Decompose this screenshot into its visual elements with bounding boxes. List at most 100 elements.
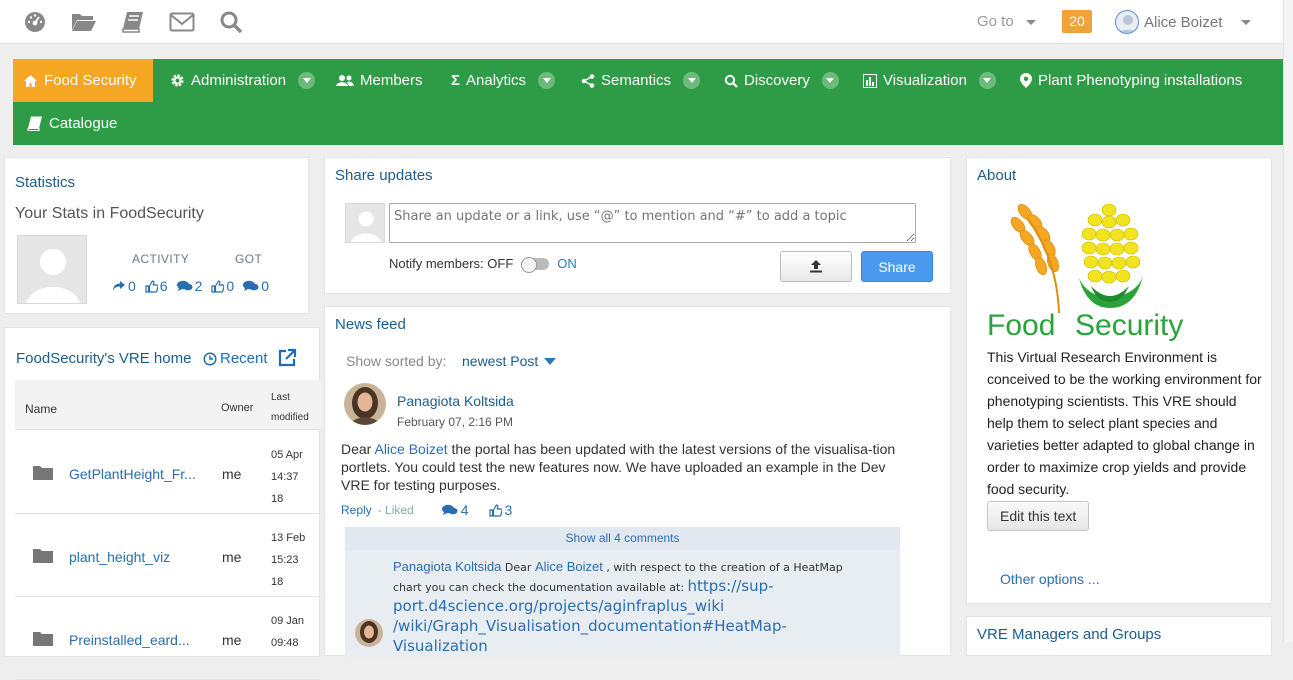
- file-name[interactable]: Preinstalled_eard...: [69, 632, 190, 648]
- page-scrollbar[interactable]: [1283, 0, 1293, 642]
- sort-label: Show sorted by:: [346, 353, 447, 369]
- comments-count-link[interactable]: 4: [441, 502, 469, 518]
- upload-icon: [810, 260, 822, 273]
- share-update-input[interactable]: [389, 203, 916, 243]
- got-comments-stat[interactable]: 0: [243, 278, 269, 294]
- comments-stat[interactable]: 2: [176, 278, 203, 294]
- thumbs-up-icon: [211, 279, 225, 293]
- nav-item-visualization[interactable]: Visualization: [853, 59, 1006, 102]
- comment-author[interactable]: Panagiota Koltsida: [393, 559, 501, 574]
- vre-home-title[interactable]: FoodSecurity's VRE home: [16, 350, 191, 367]
- table-row[interactable]: GetPlantHeight_Fr... me 05 Apr 14:37 18: [15, 431, 321, 514]
- sort-dropdown[interactable]: newest Post: [462, 353, 557, 369]
- thumbs-up-icon: [488, 503, 502, 517]
- nav-item-discovery[interactable]: Discovery: [714, 59, 849, 102]
- avatar: [17, 235, 87, 304]
- goto-menu[interactable]: Go to: [977, 13, 1037, 30]
- about-card: About Food Security This Virtual Researc…: [966, 157, 1272, 604]
- comments-count: 2: [194, 278, 203, 294]
- food-security-logo: Food Security: [987, 198, 1197, 346]
- liked-status[interactable]: - Liked: [378, 503, 414, 517]
- avatar: [345, 203, 385, 243]
- nav-item-administration[interactable]: Administration: [160, 59, 325, 102]
- notify-toggle[interactable]: [521, 256, 550, 273]
- nav-label: Plant Phenotyping installations: [1038, 72, 1243, 89]
- likes-stat[interactable]: 6: [145, 278, 168, 294]
- upload-button[interactable]: [780, 251, 852, 282]
- edit-text-button[interactable]: Edit this text: [987, 501, 1090, 531]
- file-modified: 09 Jan 09:48: [271, 615, 305, 649]
- goto-label: Go to: [977, 13, 1014, 30]
- nav-label: Semantics: [601, 72, 672, 89]
- reply-link[interactable]: Reply: [341, 503, 372, 517]
- about-title: About: [977, 167, 1017, 184]
- on-label: ON: [557, 256, 577, 271]
- main-nav: Food Security Administration Members Σ A…: [13, 59, 1283, 145]
- post-date: February 07, 2:16 PM: [397, 415, 514, 429]
- comment-mention[interactable]: Alice Boizet: [535, 559, 603, 574]
- nav-item-analytics[interactable]: Σ Analytics: [441, 59, 565, 102]
- chevron-down-icon[interactable]: [978, 72, 996, 89]
- modified-column-header[interactable]: modified: [271, 412, 309, 423]
- file-name[interactable]: GetPlantHeight_Fr...: [69, 466, 196, 482]
- notify-members: Notify members: OFF ON: [389, 256, 577, 273]
- share-updates-title: Share updates: [335, 167, 433, 184]
- logo-text-food: Food: [987, 309, 1055, 342]
- other-options-link[interactable]: Other options ...: [1000, 571, 1100, 587]
- folder-icon: [33, 632, 53, 646]
- table-row[interactable]: plant_height_viz me 13 Feb 15:23 18: [15, 514, 321, 597]
- dashboard-icon[interactable]: [22, 9, 48, 35]
- recent-link[interactable]: Recent: [203, 350, 268, 367]
- chevron-down-icon[interactable]: [821, 72, 839, 89]
- book-icon[interactable]: [120, 9, 146, 35]
- nav-label: Members: [360, 72, 423, 89]
- news-feed-title: News feed: [335, 316, 406, 333]
- file-name[interactable]: plant_height_viz: [69, 549, 170, 565]
- chevron-down-icon[interactable]: [683, 72, 701, 89]
- owner-column-header[interactable]: Owner: [221, 402, 253, 414]
- post-mention[interactable]: Alice Boizet: [374, 441, 447, 457]
- chevron-down-icon[interactable]: [298, 72, 316, 89]
- statistics-card: Statistics Your Stats in FoodSecurity AC…: [4, 157, 309, 314]
- notification-badge[interactable]: 20: [1062, 10, 1092, 33]
- modified-column-header[interactable]: Last: [271, 392, 290, 403]
- nav-item-members[interactable]: Members: [326, 59, 433, 102]
- files-table-header: Name Owner Last modified: [15, 380, 321, 430]
- sort-value: newest Post: [462, 353, 539, 369]
- nav-item-semantics[interactable]: Semantics: [571, 59, 710, 102]
- got-likes-stat[interactable]: 0: [211, 278, 234, 294]
- nav-item-food-security[interactable]: Food Security: [13, 59, 153, 102]
- table-row[interactable]: Preinstalled_eard... me 09 Jan 09:48: [15, 597, 321, 680]
- vre-managers-title: VRE Managers and Groups: [977, 626, 1162, 643]
- nav-item-plant-phenotyping[interactable]: Plant Phenotyping installations: [1010, 59, 1252, 102]
- file-modified: 05 Apr 14:37 18: [271, 449, 303, 505]
- folder-icon: [33, 466, 53, 480]
- comments-section: Show all 4 comments Panagiota Koltsida D…: [345, 527, 900, 657]
- avatar[interactable]: [355, 619, 383, 647]
- search-icon[interactable]: [218, 9, 244, 35]
- name-column-header[interactable]: Name: [25, 402, 57, 416]
- external-link-icon[interactable]: [277, 348, 297, 371]
- nav-label: Food Security: [44, 72, 137, 89]
- comment-text: Panagiota Koltsida Dear Alice Boizet , w…: [393, 559, 843, 655]
- post-author[interactable]: Panagiota Koltsida: [397, 393, 514, 409]
- users-icon: [336, 75, 354, 86]
- file-owner: me: [222, 632, 242, 648]
- nav-item-catalogue[interactable]: Catalogue: [17, 102, 127, 145]
- shares-stat[interactable]: 0: [112, 278, 136, 294]
- likes-count-link[interactable]: 3: [488, 502, 512, 518]
- chevron-down-icon[interactable]: [538, 72, 556, 89]
- clock-icon: [203, 351, 217, 366]
- folder-open-icon[interactable]: [71, 9, 97, 35]
- avatar[interactable]: [344, 383, 386, 425]
- nav-label: Administration: [191, 72, 287, 89]
- book-icon: [27, 116, 42, 131]
- sigma-icon: Σ: [451, 72, 461, 89]
- comments-icon: [176, 280, 193, 291]
- user-menu[interactable]: Alice Boizet: [1115, 10, 1251, 34]
- mail-icon[interactable]: [169, 9, 195, 35]
- chevron-down-icon: [1240, 19, 1251, 25]
- show-all-comments-link[interactable]: Show all 4 comments: [345, 527, 900, 550]
- post-actions: Reply - Liked 4 3: [341, 502, 512, 518]
- share-button[interactable]: Share: [861, 251, 933, 282]
